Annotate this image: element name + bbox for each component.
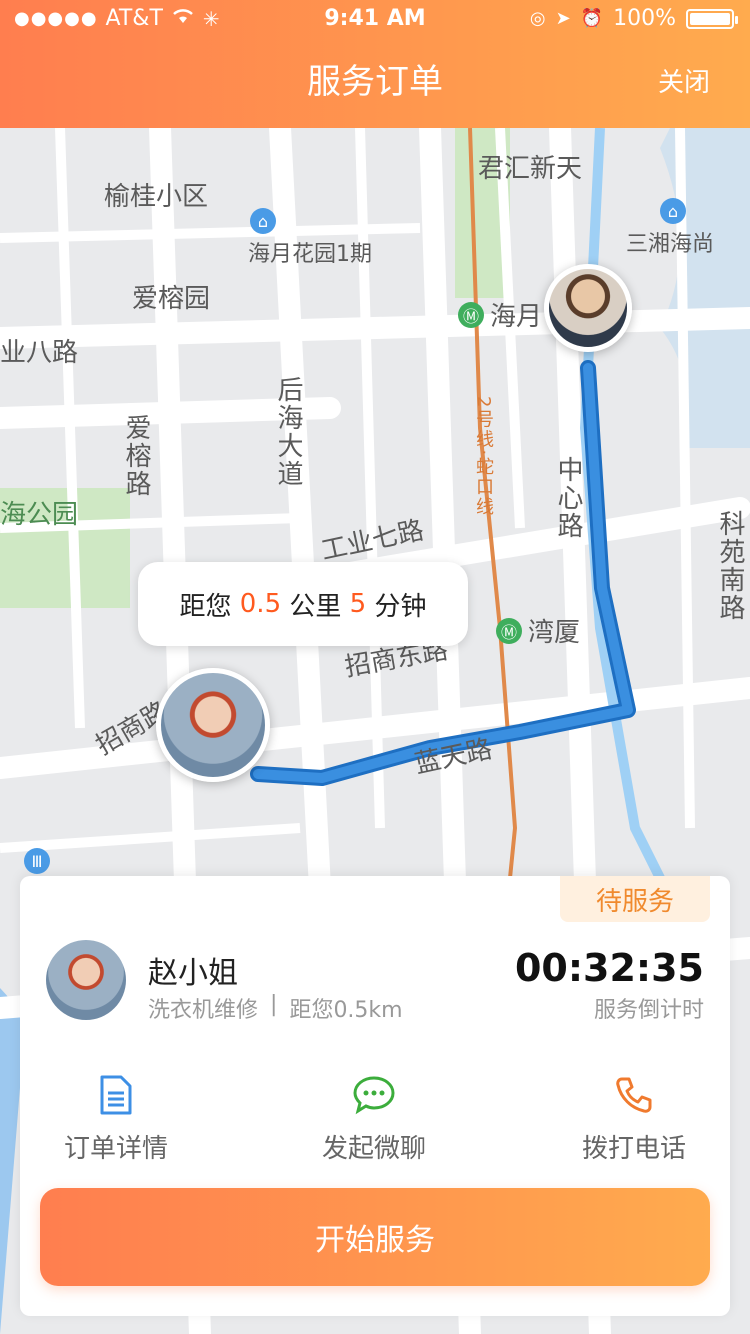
close-button[interactable]: 关闭 [658,62,710,99]
tooltip-prefix: 距您 [179,591,232,622]
document-icon [26,1072,206,1118]
map-label-haiyue-station: Ⓜ 海月 [458,296,542,333]
map-label-haiyue-station-text: 海月 [490,302,543,332]
map-label-gongye8: 业八路 [0,338,79,368]
start-chat-button[interactable]: 发起微聊 [284,1072,464,1165]
order-subtitle: 洗衣机维修 | 距您0.5km [148,992,403,1024]
map-label-line2: 2号线·蛇口线 [473,396,494,518]
distance-tooltip: 距您 0.5 公里 5 分钟 [138,562,468,646]
start-service-button[interactable]: 开始服务 [40,1188,710,1286]
alarm-icon: ⏰ [580,8,604,29]
status-right: ◎ ➤ ⏰ 100% [529,6,738,31]
provider-avatar-map[interactable] [544,264,632,352]
map-label-haiyue-garden: ⌂ [250,208,276,234]
map-label-kejinan: 科苑南路 [715,510,745,622]
map-label-yugui: 榆桂小区 [104,182,209,212]
call-button[interactable]: 拨打电话 [544,1072,724,1165]
battery-percent: 100% [613,6,676,31]
separator: | [270,992,278,1017]
chat-icon [284,1072,464,1118]
customer-name: 赵小姐 [148,956,238,991]
start-chat-label: 发起微聊 [321,1134,426,1164]
tooltip-minutes: 5 [349,589,367,619]
customer-avatar[interactable] [46,940,126,1020]
order-card: 待服务 赵小姐 洗衣机维修 | 距您0.5km 00:32:35 服务倒计时 订… [20,876,730,1316]
map-label-houhai: 后海大道 [273,376,303,488]
call-label: 拨打电话 [581,1134,686,1164]
status-bar: ●●●●● AT&T ✳ 9:41 AM ◎ ➤ ⏰ 100% [0,0,750,40]
app-header: ●●●●● AT&T ✳ 9:41 AM ◎ ➤ ⏰ 100% 服务订单 关闭 [0,0,750,128]
metro-icon: Ⓜ [496,617,522,644]
location-arrow-icon: ➤ [555,8,571,29]
service-type: 洗衣机维修 [148,998,259,1023]
map-label-aigong-garden: 爱榕园 [132,284,211,314]
phone-icon [544,1072,724,1118]
status-badge: 待服务 [560,876,710,922]
order-details-button[interactable]: 订单详情 [26,1072,206,1165]
map-label-haiyue-garden-text: 海月花园1期 [248,242,372,267]
page-title: 服务订单 [307,62,443,102]
action-bar: 订单详情 发起微聊 拨打电话 [20,1072,730,1172]
countdown-label: 服务倒计时 [593,998,704,1023]
map-poi-blue: Ⅲ [24,848,50,874]
countdown-timer: 00:32:35 [514,946,704,990]
lock-rotation-icon: ◎ [529,8,546,29]
map-label-hai-park: 海公园 [0,500,79,530]
map-label-aigong-road: 爱榕路 [121,414,151,498]
tooltip-distance-unit: 公里 [289,591,342,622]
map-label-junhui: 君汇新天 [478,154,583,184]
map-label-sanxiang-icon: ⌂ [660,198,686,224]
tooltip-distance: 0.5 [239,589,282,619]
battery-icon [686,8,738,29]
map-label-zhongxin: 中心路 [553,456,583,540]
order-details-label: 订单详情 [63,1134,168,1164]
building-icon: Ⅲ [24,848,50,874]
building-icon: ⌂ [250,208,276,234]
map-label-wanxia-text: 湾厦 [528,618,581,648]
map-label-sanxiang: 三湘海尚 [626,232,715,257]
customer-distance: 距您0.5km [289,998,403,1023]
building-icon: ⌂ [660,198,686,224]
map-label-wanxia: Ⓜ 湾厦 [496,612,580,649]
customer-avatar-map[interactable] [156,668,270,782]
tooltip-minutes-unit: 分钟 [374,591,427,622]
metro-icon: Ⓜ [458,301,484,328]
